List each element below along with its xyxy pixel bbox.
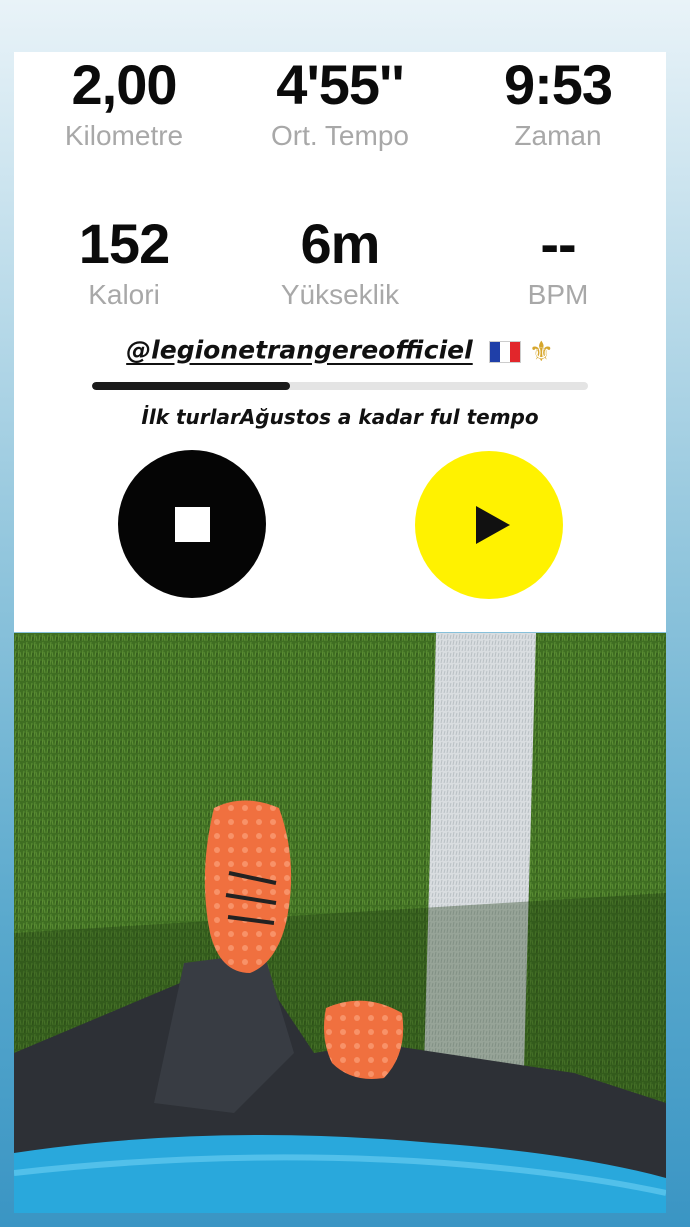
story-caption: İlk turlarAğustos a kadar ful tempo [141, 405, 539, 429]
story-mention: @legionetrangereofficiel ⚜ [14, 335, 666, 368]
calories-label: Kalori [88, 279, 160, 310]
turf-shoes-illustration [14, 633, 666, 1213]
france-flag-icon [488, 340, 521, 363]
distance-label: Kilometre [64, 120, 184, 151]
fleur-de-lis-icon: ⚜ [528, 335, 554, 368]
elevation-value: 6m [300, 212, 381, 275]
pace-value: 4'55'' [276, 53, 404, 116]
stop-button[interactable] [118, 450, 266, 598]
field-photo [14, 633, 666, 1213]
story-progress-bar [92, 382, 588, 390]
distance-value: 2,00 [71, 53, 178, 116]
mention-link[interactable]: @legionetrangereofficiel [126, 336, 473, 365]
elevation-label: Yükseklik [280, 279, 400, 310]
stat-heart-rate: -- BPM [458, 216, 658, 310]
stop-icon [174, 506, 210, 542]
pace-label: Ort. Tempo [271, 120, 409, 151]
play-button[interactable] [415, 451, 563, 599]
heart-rate-label: BPM [527, 279, 589, 310]
story-progress-fill [92, 382, 291, 390]
heart-rate-value: -- [540, 212, 576, 275]
stat-elevation: 6m Yükseklik [240, 216, 440, 310]
stat-distance: 2,00 Kilometre [24, 57, 224, 151]
stat-pace: 4'55'' Ort. Tempo [240, 57, 440, 151]
time-label: Zaman [514, 120, 602, 151]
time-value: 9:53 [503, 53, 613, 116]
workout-summary-card: 2,00 Kilometre 4'55'' Ort. Tempo 9:53 Za… [14, 52, 666, 632]
stat-calories: 152 Kalori [24, 216, 224, 310]
calories-value: 152 [78, 212, 170, 275]
play-icon [476, 506, 510, 544]
stat-time: 9:53 Zaman [458, 57, 658, 151]
